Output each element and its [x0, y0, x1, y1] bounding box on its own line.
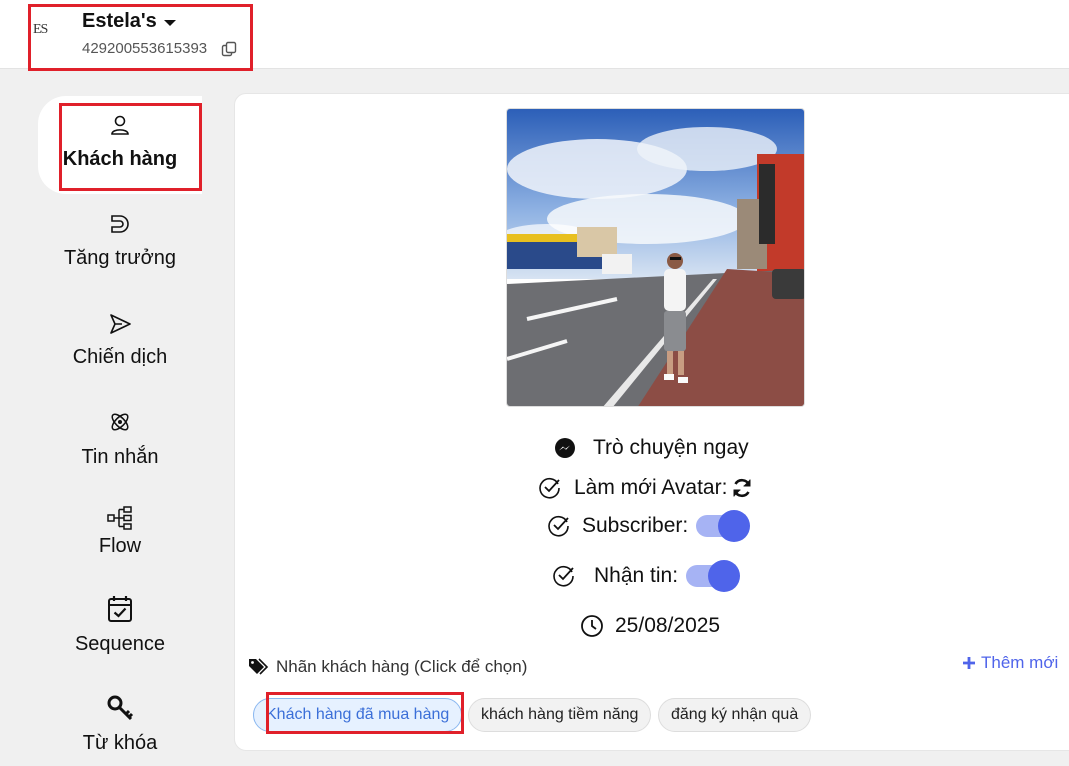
refresh-avatar-label: Làm mới Avatar: — [574, 476, 728, 499]
date-row: 25/08/2025 — [580, 614, 720, 638]
flow-icon — [107, 506, 132, 530]
toggle-knob — [708, 560, 741, 592]
atom-icon — [111, 413, 129, 431]
send-icon — [110, 314, 131, 334]
sidebar-item-flow[interactable]: Flow — [40, 505, 200, 558]
customer-tags-label: Nhãn khách hàng (Click để chọn) — [248, 657, 527, 677]
sidebar-item-keywords[interactable]: Từ khóa — [40, 694, 200, 755]
sidebar-item-growth[interactable]: Tăng trưởng — [40, 213, 200, 270]
sidebar-item-label: Tăng trưởng — [63, 247, 177, 269]
receive-messages-row: Nhận tin: — [552, 560, 741, 592]
tag-chip-potential[interactable]: khách hàng tiềm năng — [468, 698, 652, 732]
magnet-icon — [111, 215, 129, 233]
sidebar-item-label: Flow — [98, 535, 142, 557]
subscriber-row: Subscriber: — [547, 510, 751, 542]
chat-now-label: Trò chuyện ngay — [593, 436, 749, 459]
created-date: 25/08/2025 — [615, 614, 721, 637]
sidebar-item-sequence[interactable]: Sequence — [40, 595, 200, 656]
tag-chip-label: khách hàng tiềm năng — [481, 706, 639, 723]
subscriber-label: Subscriber: — [582, 514, 689, 537]
tag-chip-label: đăng ký nhận quà — [671, 706, 799, 723]
subscriber-toggle[interactable] — [696, 510, 751, 542]
receive-messages-label: Nhận tin: — [594, 564, 679, 587]
tag-chip-highlight — [266, 692, 464, 734]
messenger-icon — [555, 438, 575, 458]
sidebar-item-messages[interactable]: Tin nhắn — [40, 410, 200, 469]
sidebar-item-label: Tin nhắn — [81, 446, 159, 468]
sidebar-item-label: Sequence — [74, 633, 166, 655]
sidebar-item-label: Từ khóa — [82, 732, 158, 754]
check-circle-icon — [539, 477, 560, 499]
refresh-icon[interactable] — [731, 477, 753, 499]
toggle-knob — [718, 510, 751, 542]
key-icon — [107, 695, 134, 721]
refresh-avatar-row: Làm mới Avatar: — [538, 476, 753, 500]
tags-label-text: Nhãn khách hàng (Click để chọn) — [276, 657, 528, 676]
plus-icon — [963, 657, 975, 669]
check-circle-icon — [548, 515, 569, 537]
tags-icon — [249, 658, 269, 675]
check-circle-icon — [553, 565, 574, 587]
sidebar-item-campaigns[interactable]: Chiến dịch — [40, 312, 200, 369]
add-new-tag-button[interactable]: Thêm mới — [962, 653, 1058, 673]
receive-messages-toggle[interactable] — [686, 560, 741, 592]
sidebar-active-highlight — [59, 103, 202, 191]
add-new-label: Thêm mới — [981, 653, 1059, 672]
sidebar-item-label: Chiến dịch — [72, 346, 168, 368]
page-selector-highlight — [28, 4, 253, 71]
calendar-check-icon — [108, 596, 132, 622]
tag-chip-gift-signup[interactable]: đăng ký nhận quà — [658, 698, 812, 732]
chat-now-link[interactable]: Trò chuyện ngay — [554, 436, 749, 460]
clock-icon — [581, 615, 603, 637]
customer-avatar — [506, 108, 805, 407]
